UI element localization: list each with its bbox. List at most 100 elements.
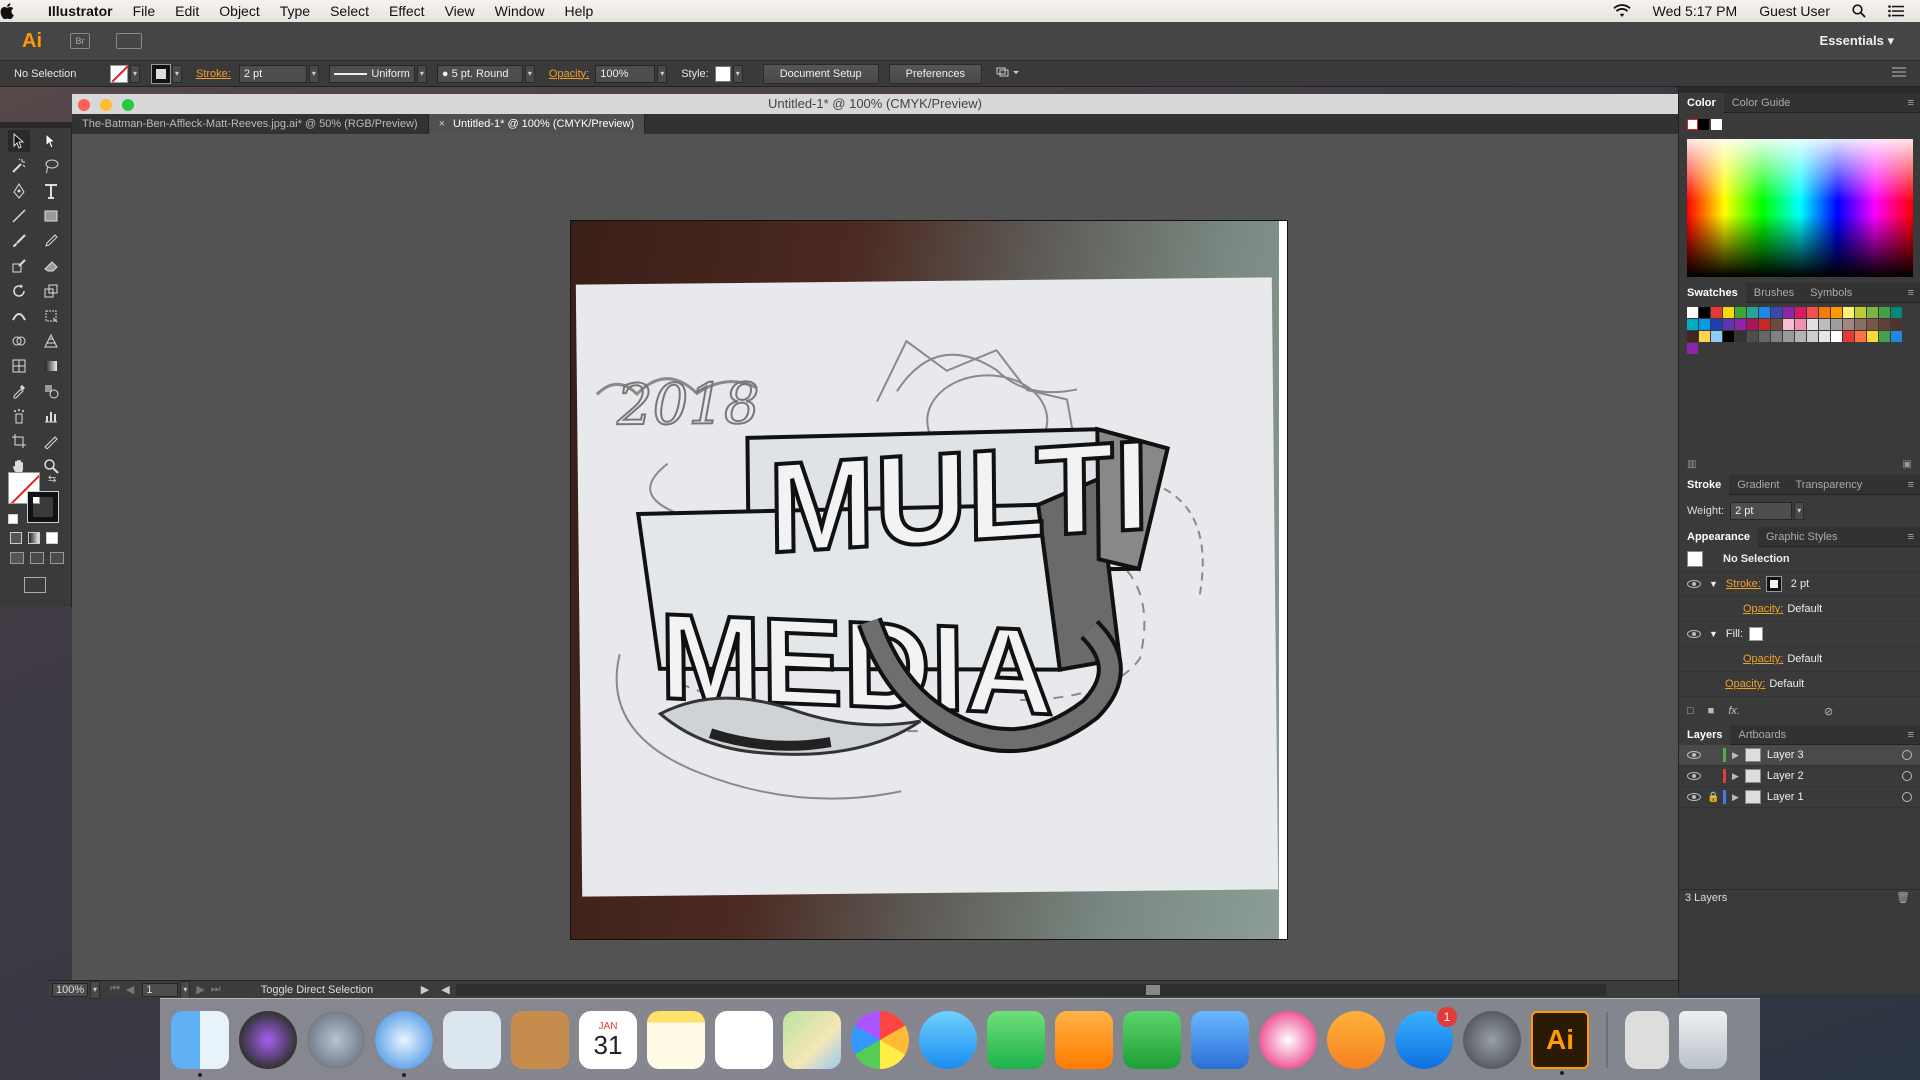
add-effect-icon[interactable]: fx. [1728, 705, 1740, 717]
swatch-chip[interactable] [1795, 319, 1806, 330]
mesh-tool-icon[interactable] [8, 355, 30, 377]
swatch-chip[interactable] [1723, 319, 1734, 330]
tab-stroke[interactable]: Stroke [1679, 474, 1730, 495]
appearance-stroke-swatch[interactable] [1765, 576, 1782, 592]
fill-swatch[interactable] [110, 64, 128, 83]
layer-target-icon[interactable] [1902, 771, 1912, 781]
menu-app-name[interactable]: Illustrator [48, 3, 113, 19]
menu-file[interactable]: File [133, 3, 156, 19]
menubar-clock[interactable]: Wed 5:17 PM [1653, 3, 1738, 19]
appearance-fill-swatch[interactable] [1749, 627, 1764, 641]
opacity-dropdown[interactable]: ▾ [657, 64, 668, 83]
blend-tool-icon[interactable] [40, 380, 62, 402]
stroke-label[interactable]: Stroke: [196, 68, 231, 80]
appearance-opacity-row[interactable]: Opacity: Default [1679, 672, 1920, 697]
graphic-style-swatch[interactable] [714, 65, 731, 82]
swatch-chip[interactable] [1879, 331, 1890, 342]
layer-row[interactable]: 🔒 ▶ Layer 1 [1679, 787, 1920, 808]
artboard-number-field[interactable]: 1 [142, 982, 179, 997]
workspace-switcher[interactable]: Essentials ▾ [1820, 33, 1894, 49]
swatch-chip[interactable] [1819, 319, 1830, 330]
eraser-tool-icon[interactable] [40, 255, 62, 277]
wifi-icon[interactable] [1612, 4, 1631, 18]
swatch-chip[interactable] [1879, 307, 1890, 318]
mail-icon[interactable] [443, 1010, 501, 1069]
pen-tool-icon[interactable] [8, 180, 30, 202]
visibility-eye-icon[interactable] [1687, 580, 1701, 588]
tab-transparency[interactable]: Transparency [1787, 475, 1870, 495]
swatch-chip[interactable] [1687, 319, 1698, 330]
rotate-tool-icon[interactable] [8, 280, 30, 302]
perspective-grid-tool-icon[interactable] [40, 330, 62, 352]
preferences-button[interactable]: Preferences [888, 63, 982, 84]
swatch-chip[interactable] [1843, 319, 1854, 330]
swatch-chip[interactable] [1819, 331, 1830, 342]
visibility-eye-icon[interactable] [1687, 751, 1701, 759]
white-swatch-icon[interactable] [1711, 119, 1722, 130]
swatch-chip[interactable] [1831, 307, 1842, 318]
photos-icon[interactable] [851, 1010, 909, 1069]
trash-icon[interactable] [1679, 1010, 1727, 1069]
profile-dropdown[interactable]: ▾ [416, 64, 427, 83]
none-mode-icon[interactable] [46, 532, 58, 544]
swatch-chip[interactable] [1771, 319, 1782, 330]
color-mode-icon[interactable] [10, 532, 22, 544]
pages-icon[interactable] [1055, 1010, 1113, 1069]
visibility-eye-icon[interactable] [1687, 772, 1701, 780]
swatch-chip[interactable] [1699, 319, 1710, 330]
tab-brushes[interactable]: Brushes [1746, 283, 1802, 303]
swatch-chip[interactable] [1759, 319, 1770, 330]
appearance-fill-label[interactable]: Fill: [1726, 628, 1743, 640]
swatch-chip[interactable] [1855, 331, 1866, 342]
expand-layer-icon[interactable]: ▶ [1732, 750, 1739, 761]
type-tool-icon[interactable] [40, 180, 62, 202]
swatch-chip[interactable] [1783, 307, 1794, 318]
close-tab-icon[interactable]: × [439, 118, 445, 130]
apple-menu-icon[interactable] [0, 3, 48, 19]
swatch-chip[interactable] [1807, 331, 1818, 342]
tools-panel-grip[interactable] [0, 122, 72, 128]
siri-icon[interactable] [239, 1010, 297, 1069]
swatch-chip[interactable] [1783, 331, 1794, 342]
finder-icon[interactable] [171, 1010, 229, 1077]
calendar-icon[interactable]: JAN 31 [579, 1010, 637, 1069]
lock-icon[interactable]: 🔒 [1707, 792, 1721, 803]
ibooks-icon[interactable] [1327, 1010, 1385, 1069]
stroke-opacity-label[interactable]: Opacity: [1743, 603, 1783, 615]
draw-inside-icon[interactable] [50, 552, 64, 564]
menu-object[interactable]: Object [219, 3, 259, 19]
maps-icon[interactable] [783, 1010, 841, 1069]
tab-symbols[interactable]: Symbols [1802, 283, 1860, 303]
menu-edit[interactable]: Edit [175, 3, 199, 19]
swatch-chip[interactable] [1759, 307, 1770, 318]
bridge-button[interactable]: Br [70, 33, 90, 49]
stroke-swatch[interactable] [151, 63, 171, 84]
draw-behind-icon[interactable] [30, 552, 44, 564]
clear-appearance-icon[interactable]: ⊘ [1824, 705, 1833, 718]
color-spectrum[interactable] [1687, 139, 1913, 277]
layer-name[interactable]: Layer 2 [1767, 770, 1804, 782]
horizontal-scrollbar[interactable] [455, 983, 1606, 996]
swatch-chip[interactable] [1891, 331, 1902, 342]
tab-gradient[interactable]: Gradient [1729, 475, 1787, 495]
placed-sketch-photo[interactable]: 2018 MULTI MEDIA [571, 221, 1279, 939]
scroll-left-icon[interactable]: ◀ [441, 983, 449, 996]
appearance-stroke-opacity-row[interactable]: Opacity: Default [1679, 597, 1920, 622]
brush-definition[interactable]: ● 5 pt. Round [436, 64, 523, 83]
style-dropdown[interactable]: ▾ [732, 64, 743, 83]
swatch-chip[interactable] [1795, 307, 1806, 318]
swatch-chip[interactable] [1711, 319, 1722, 330]
facetime-icon[interactable] [987, 1010, 1045, 1069]
arrange-documents-icon[interactable] [116, 33, 142, 49]
delete-layer-icon[interactable]: 🗑 [1896, 891, 1910, 904]
swatch-libraries-icon[interactable]: ▥ [1687, 459, 1696, 471]
expand-layer-icon[interactable]: ▶ [1732, 792, 1739, 803]
column-graph-tool-icon[interactable] [40, 405, 62, 427]
swatch-chip[interactable] [1759, 331, 1770, 342]
swatch-chip[interactable] [1747, 331, 1758, 342]
swatch-chip[interactable] [1891, 307, 1902, 318]
zoom-level-field[interactable]: 100% [52, 982, 88, 997]
contacts-icon[interactable] [511, 1010, 569, 1069]
swatch-chip[interactable] [1687, 343, 1698, 354]
stroke-weight-dropdown[interactable]: ▾ [308, 64, 319, 83]
